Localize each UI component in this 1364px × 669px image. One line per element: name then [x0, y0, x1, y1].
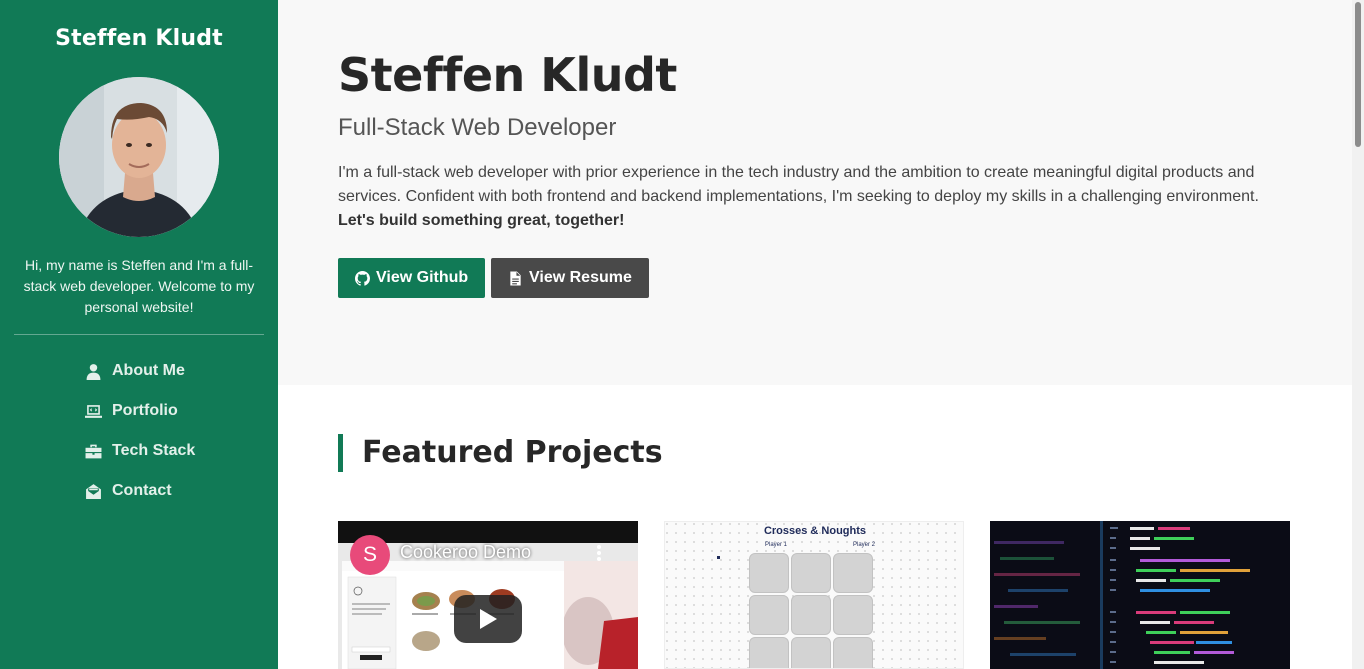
hero-section: Steffen Kludt Full-Stack Web Developer I… — [278, 0, 1352, 385]
player1-label: Player 1 — [765, 542, 788, 548]
game-title: Crosses & Noughts — [763, 525, 867, 537]
play-icon — [480, 609, 497, 629]
hero-intro-strong: Let's build something great, together! — [338, 212, 625, 229]
player-selects: Player 1 Player 2 — [765, 542, 875, 548]
board-cell[interactable] — [749, 595, 789, 635]
file-icon — [510, 270, 521, 286]
board-cell[interactable] — [749, 553, 789, 593]
view-resume-label: View Resume — [529, 269, 632, 286]
board-cell[interactable] — [833, 637, 873, 668]
sidebar-brand[interactable]: Steffen Kludt — [0, 26, 278, 51]
avatar — [59, 77, 219, 237]
view-github-button[interactable]: View Github — [338, 258, 486, 298]
board-cell[interactable] — [749, 637, 789, 668]
nav-label: Portfolio — [112, 402, 178, 419]
player2-label: Player 2 — [852, 542, 875, 548]
nav-item-portfolio[interactable]: Portfolio — [0, 391, 278, 431]
hero-name: Steffen Kludt — [338, 48, 677, 102]
project-card-tictactoe[interactable]: Crosses & Noughts Player 1 Player 2 — [664, 521, 964, 669]
briefcase-icon — [84, 442, 102, 460]
app-screenshot — [342, 561, 564, 669]
board-cell[interactable] — [833, 595, 873, 635]
code-screen-image — [990, 521, 1290, 669]
hero-tagline: Full-Stack Web Developer — [338, 114, 617, 141]
board-cell[interactable] — [791, 637, 831, 668]
laptop-code-icon — [84, 402, 102, 420]
featured-projects-section: Featured Projects S Cookeroo Demo Crosse… — [278, 385, 1352, 669]
sidebar-nav: About Me Portfolio Tech Stack Contact — [0, 351, 278, 511]
board-cell[interactable] — [791, 595, 831, 635]
play-button[interactable] — [454, 595, 522, 643]
board-cell[interactable] — [791, 553, 831, 593]
hero-intro-text: I'm a full-stack web developer with prio… — [338, 164, 1259, 205]
view-github-label: View Github — [376, 269, 469, 286]
game-board — [749, 553, 875, 668]
project-card-code[interactable] — [990, 521, 1290, 669]
sidebar-bio: Hi, my name is Steffen and I'm a full-st… — [23, 257, 255, 315]
sidebar-divider — [14, 334, 264, 335]
sidebar: Steffen Kludt Hi, my name is Steffen and… — [0, 0, 278, 669]
channel-avatar[interactable]: S — [350, 535, 390, 575]
more-options-icon[interactable] — [596, 543, 602, 563]
profile-photo — [59, 77, 219, 237]
page-scrollbar[interactable] — [1352, 0, 1364, 669]
nav-label: Contact — [112, 482, 172, 499]
nav-item-contact[interactable]: Contact — [0, 471, 278, 511]
scrollbar-thumb[interactable] — [1355, 2, 1361, 147]
view-resume-button[interactable]: View Resume — [491, 258, 649, 298]
hero-intro: I'm a full-stack web developer with prio… — [338, 161, 1278, 233]
nav-item-tech-stack[interactable]: Tech Stack — [0, 431, 278, 471]
envelope-open-icon — [84, 482, 102, 500]
section-title: Featured Projects — [338, 434, 663, 472]
github-icon — [355, 270, 370, 286]
nav-label: About Me — [112, 362, 185, 379]
project-card-video[interactable]: S Cookeroo Demo — [338, 521, 638, 669]
user-icon — [84, 362, 102, 380]
nav-label: Tech Stack — [112, 442, 196, 459]
nav-item-about-me[interactable]: About Me — [0, 351, 278, 391]
board-cell[interactable] — [833, 553, 873, 593]
video-title[interactable]: Cookeroo Demo — [400, 542, 531, 563]
